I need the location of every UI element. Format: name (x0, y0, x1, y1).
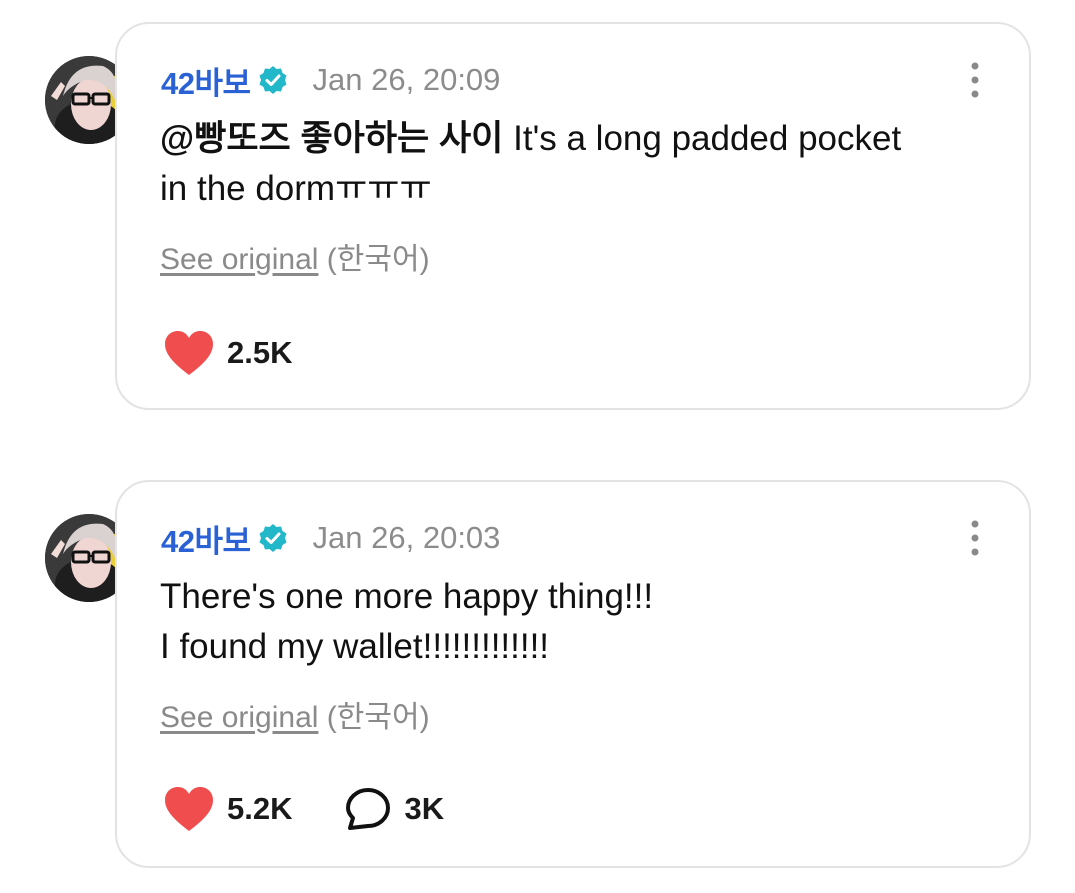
comment-button[interactable]: 3K (344, 786, 444, 832)
post-text-segment: It's a long padded pocket (513, 119, 902, 158)
see-original-link[interactable]: See original (160, 243, 318, 276)
post-text-line: @빵또즈 좋아하는 사이 It's a long padded pocket (160, 114, 990, 164)
post-text: There's one more happy thing!!! I found … (160, 572, 990, 672)
more-vertical-icon[interactable] (965, 518, 985, 558)
timestamp: Jan 26, 20:09 (312, 62, 501, 97)
like-count: 2.5K (227, 335, 293, 370)
translation-note: See original (한국어) (160, 692, 430, 736)
post-actions: 5.2K 3K (163, 784, 496, 834)
post-header: 42바보 Jan 26, 20:03 (161, 516, 500, 560)
like-button[interactable]: 5.2K (163, 785, 292, 833)
comment-count: 3K (404, 791, 445, 826)
more-vertical-icon[interactable] (965, 60, 985, 100)
heart-icon (165, 331, 213, 375)
like-count: 5.2K (227, 791, 293, 826)
see-original-link[interactable]: See original (160, 701, 318, 734)
original-language: (한국어) (326, 701, 430, 734)
post-actions: 2.5K (163, 328, 344, 378)
like-button[interactable]: 2.5K (163, 329, 292, 377)
heart-icon (165, 787, 213, 831)
timestamp: Jan 26, 20:03 (312, 520, 501, 555)
translation-note: See original (한국어) (160, 234, 430, 278)
author-name[interactable]: 42바보 (161, 58, 251, 103)
post-text-line: There's one more happy thing!!! (160, 577, 654, 616)
post-text-line: I found my wallet!!!!!!!!!!!!! (160, 627, 550, 666)
post-text: @빵또즈 좋아하는 사이 It's a long padded pocket i… (160, 114, 990, 214)
author-name[interactable]: 42바보 (161, 516, 251, 561)
comment-bubble-icon (346, 788, 391, 830)
post-bubble: 42바보 Jan 26, 20:03 There's one more happ… (115, 480, 1031, 868)
verified-badge-icon (259, 66, 287, 94)
post-text-line: in the dormㅠㅠㅠ (160, 169, 432, 208)
post-bubble: 42바보 Jan 26, 20:09 @빵또즈 좋아하는 사이 It's a l… (115, 22, 1031, 410)
mention-link[interactable]: @빵또즈 좋아하는 사이 (160, 119, 503, 158)
verified-badge-icon (259, 524, 287, 552)
original-language: (한국어) (326, 243, 430, 276)
post-header: 42바보 Jan 26, 20:09 (161, 58, 500, 102)
